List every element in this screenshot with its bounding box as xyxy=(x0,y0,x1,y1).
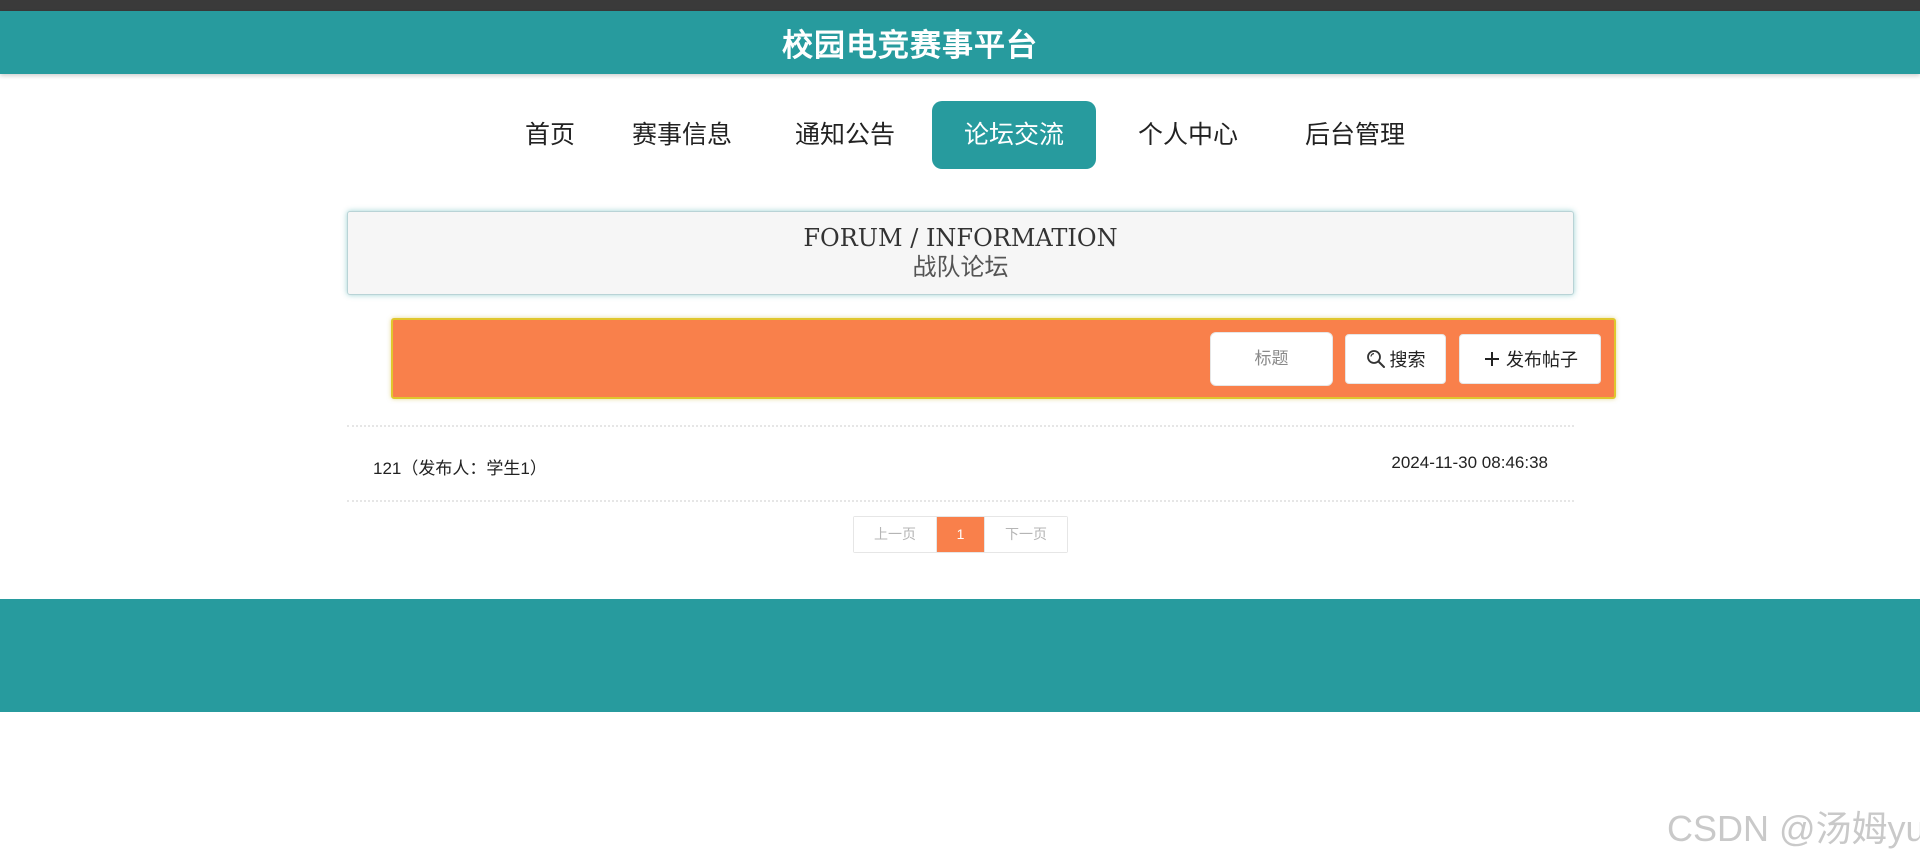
forum-title-en: FORUM / INFORMATION xyxy=(803,224,1118,252)
magnifier-icon xyxy=(1366,349,1386,369)
pager-prev-button[interactable]: 上一页 xyxy=(854,517,937,552)
site-footer xyxy=(0,599,1920,712)
list-item: 121（发布人：学生1） 2024-11-30 08:46:38 xyxy=(347,425,1574,502)
search-button-label: 搜索 xyxy=(1389,350,1426,370)
forum-title-panel: FORUM / INFORMATION 战队论坛 xyxy=(347,211,1574,295)
main-nav: 首页 赛事信息 通知公告 论坛交流 个人中心 后台管理 xyxy=(0,101,1920,171)
publish-button-label: 发布帖子 xyxy=(1506,350,1578,370)
forum-title-cn: 战队论坛 xyxy=(912,253,1009,281)
pager-next-button[interactable]: 下一页 xyxy=(984,517,1067,552)
site-header: 校园电竞赛事平台 xyxy=(0,11,1920,74)
pager-page-1[interactable]: 1 xyxy=(937,517,984,552)
nav-item-profile[interactable]: 个人中心 xyxy=(1128,101,1248,169)
nav-item-forum[interactable]: 论坛交流 xyxy=(932,101,1096,169)
csdn-watermark: CSDN @汤姆yu xyxy=(1667,808,1920,849)
nav-item-home[interactable]: 首页 xyxy=(497,101,603,169)
forum-toolbar: 搜索 发布帖子 xyxy=(391,318,1616,399)
publish-post-button[interactable]: 发布帖子 xyxy=(1459,334,1601,384)
nav-item-admin[interactable]: 后台管理 xyxy=(1295,101,1415,169)
nav-item-events[interactable]: 赛事信息 xyxy=(622,101,742,169)
site-title: 校园电竞赛事平台 xyxy=(782,28,1038,64)
search-button[interactable]: 搜索 xyxy=(1345,334,1446,384)
post-title-link[interactable]: 121（发布人：学生1） xyxy=(373,454,547,479)
plus-icon xyxy=(1482,349,1502,369)
post-timestamp: 2024-11-30 08:46:38 xyxy=(1391,453,1548,472)
title-search-input[interactable] xyxy=(1210,332,1333,386)
nav-item-notices[interactable]: 通知公告 xyxy=(785,101,905,169)
top-dark-strip xyxy=(0,0,1920,11)
pagination: 上一页 1 下一页 xyxy=(853,516,1068,553)
